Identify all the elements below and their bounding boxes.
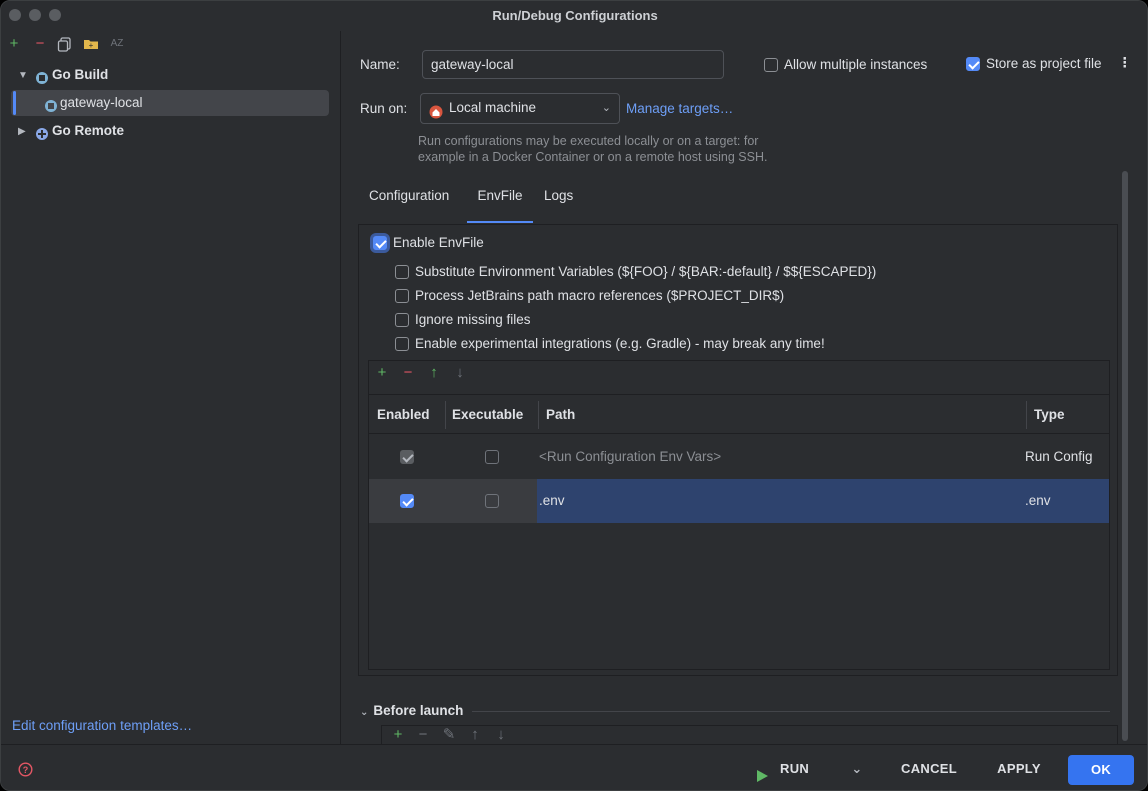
run-on-hint-line2: example in a Docker Container or on a re… <box>418 150 768 164</box>
envfile-panel: Enable EnvFile Substitute Environment Va… <box>358 224 1118 676</box>
svg-text:?: ? <box>23 765 29 775</box>
before-launch-label: Before launch <box>373 703 464 718</box>
column-separator[interactable] <box>538 401 539 429</box>
store-as-project-file-checkbox[interactable] <box>966 57 980 71</box>
row-executable-checkbox[interactable] <box>485 450 499 464</box>
column-separator[interactable] <box>445 401 446 429</box>
run-label: RUN <box>780 761 810 776</box>
column-path[interactable]: Path <box>546 407 575 422</box>
substitute-env-vars-label: Substitute Environment Variables (${FOO}… <box>415 264 877 279</box>
section-divider <box>472 711 1110 712</box>
tree-group-label: Go Build <box>52 67 109 82</box>
experimental-integrations-label: Enable experimental integrations (e.g. G… <box>415 336 825 351</box>
arrow-up-icon[interactable]: ↑ <box>467 727 483 743</box>
allow-multiple-instances-label: Allow multiple instances <box>784 57 928 72</box>
configurations-sidebar: + − + AZ ▼ Go Build gateway-local ▶ Go R… <box>1 31 341 744</box>
play-icon <box>757 764 768 790</box>
run-button[interactable]: RUN <box>755 755 815 783</box>
process-path-macros-label: Process JetBrains path macro references … <box>415 288 785 303</box>
ignore-missing-files-checkbox[interactable] <box>395 313 409 327</box>
name-input[interactable]: gateway-local <box>422 50 724 79</box>
substitute-env-vars-checkbox[interactable] <box>395 265 409 279</box>
title-bar: Run/Debug Configurations <box>1 1 1147 31</box>
before-launch-section[interactable]: ⌄ Before launch <box>360 703 463 718</box>
dialog-footer: ? RUN ⌄ CANCEL APPLY OK <box>1 744 1147 790</box>
name-label: Name: <box>360 57 400 72</box>
table-row[interactable]: <Run Configuration Env Vars> Run Config <box>369 435 1109 479</box>
add-icon[interactable]: + <box>390 727 406 743</box>
run-on-label: Run on: <box>360 101 408 116</box>
table-row[interactable]: .env .env <box>369 479 1109 523</box>
row-type: Run Config <box>1025 449 1093 464</box>
add-icon[interactable]: + <box>374 365 390 381</box>
selection-indicator <box>13 91 16 115</box>
tree-group-label: Go Remote <box>52 123 125 138</box>
sort-icon[interactable]: AZ <box>109 36 125 52</box>
chevron-down-icon: ⌄ <box>601 102 611 114</box>
env-files-table: + − ↑ ↓ Enabled Executable Path Type <Ru… <box>368 360 1110 670</box>
row-checkbox-cells <box>369 479 537 523</box>
add-icon[interactable]: + <box>6 36 22 52</box>
ignore-missing-files-label: Ignore missing files <box>415 312 531 327</box>
column-executable[interactable]: Executable <box>452 407 523 422</box>
remove-icon[interactable]: − <box>400 365 416 381</box>
arrow-down-icon[interactable]: ↓ <box>493 727 509 743</box>
chevron-down-icon: ▼ <box>18 70 28 81</box>
arrow-up-icon[interactable]: ↑ <box>426 365 442 381</box>
before-launch-toolbar: + − ✎ ↑ ↓ <box>381 725 1118 744</box>
row-type: .env <box>1025 493 1051 508</box>
run-debug-configurations-dialog: Run/Debug Configurations + − + AZ ▼ Go B… <box>0 0 1148 791</box>
enable-envfile-label: Enable EnvFile <box>393 235 484 250</box>
edit-icon[interactable]: ✎ <box>441 727 457 743</box>
vertical-scrollbar[interactable] <box>1122 171 1128 741</box>
tree-item-gateway-local[interactable]: gateway-local <box>11 90 329 116</box>
tree-item-label: gateway-local <box>60 95 143 110</box>
local-machine-icon <box>429 101 443 129</box>
run-on-value: Local machine <box>449 100 537 115</box>
apply-button[interactable]: APPLY <box>989 755 1049 783</box>
arrow-down-icon[interactable]: ↓ <box>452 365 468 381</box>
row-path: <Run Configuration Env Vars> <box>539 449 722 464</box>
help-icon[interactable]: ? <box>18 762 33 780</box>
row-path: .env <box>539 493 565 508</box>
table-header: Enabled Executable Path Type <box>369 394 1109 434</box>
experimental-integrations-checkbox[interactable] <box>395 337 409 351</box>
row-executable-checkbox[interactable] <box>485 494 499 508</box>
row-enabled-checkbox[interactable] <box>400 450 414 464</box>
tree-group-go-remote[interactable]: ▶ Go Remote <box>11 118 329 144</box>
ok-button[interactable]: OK <box>1068 755 1134 785</box>
allow-multiple-instances-checkbox[interactable] <box>764 58 778 72</box>
tab-envfile[interactable]: EnvFile <box>467 188 533 223</box>
remove-icon[interactable]: − <box>32 36 48 52</box>
column-enabled[interactable]: Enabled <box>377 407 430 422</box>
folder-icon[interactable]: + <box>83 36 99 52</box>
remove-icon[interactable]: − <box>415 727 431 743</box>
tree-group-go-build[interactable]: ▼ Go Build <box>11 62 329 88</box>
run-on-hint-line1: Run configurations may be executed local… <box>418 134 759 148</box>
chevron-right-icon: ▶ <box>18 126 26 137</box>
chevron-down-icon: ⌄ <box>360 707 369 718</box>
run-on-select[interactable]: Local machine ⌄ <box>420 93 620 124</box>
tab-logs[interactable]: Logs <box>544 188 573 203</box>
manage-targets-link[interactable]: Manage targets… <box>626 101 733 116</box>
tab-configuration[interactable]: Configuration <box>369 188 449 203</box>
go-remote-icon <box>35 124 49 150</box>
svg-text:+: + <box>89 41 94 50</box>
copy-icon[interactable] <box>57 36 73 52</box>
column-separator[interactable] <box>1026 401 1027 429</box>
run-options-chevron-down-icon[interactable]: ⌄ <box>847 755 867 783</box>
process-path-macros-checkbox[interactable] <box>395 289 409 303</box>
row-enabled-checkbox[interactable] <box>400 494 414 508</box>
edit-configuration-templates-link[interactable]: Edit configuration templates… <box>12 718 192 733</box>
store-as-project-file-label: Store as project file <box>986 56 1102 71</box>
more-options-icon[interactable]: ⋮ <box>1118 55 1132 71</box>
cancel-button[interactable]: CANCEL <box>894 755 964 783</box>
enable-envfile-checkbox[interactable] <box>373 236 387 250</box>
column-type[interactable]: Type <box>1034 407 1065 422</box>
window-title: Run/Debug Configurations <box>492 8 658 23</box>
configuration-editor: Name: gateway-local Allow multiple insta… <box>342 31 1147 744</box>
